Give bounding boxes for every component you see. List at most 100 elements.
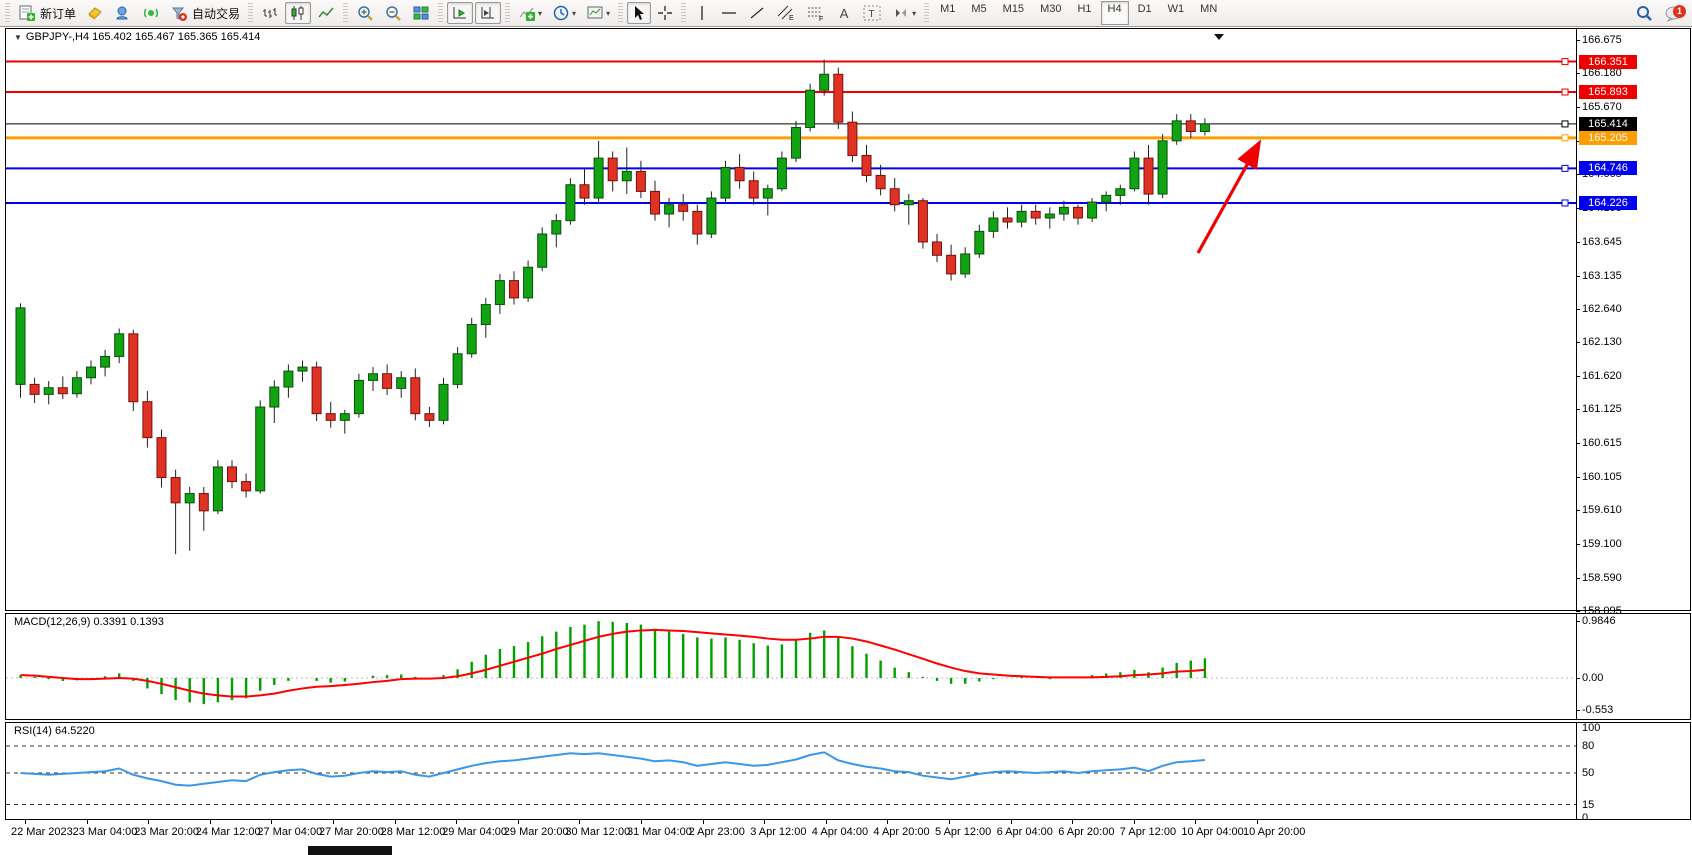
tile-windows-button[interactable] xyxy=(408,2,434,24)
macd-axis-line xyxy=(1576,614,1577,719)
macd-tick-mark xyxy=(1576,678,1580,679)
zoom-in-button[interactable] xyxy=(352,2,378,24)
date-tick-mark xyxy=(1195,820,1196,824)
candle-bear xyxy=(1074,207,1083,218)
candle-bull xyxy=(1059,207,1068,214)
rsi-tick-label: 100 xyxy=(1582,722,1600,734)
price-tick-label: 159.610 xyxy=(1582,504,1622,516)
search-button[interactable] xyxy=(1631,2,1657,24)
arrows-button[interactable]: ▾ xyxy=(888,2,920,24)
price-tick-mark xyxy=(1576,40,1580,41)
date-tick-mark xyxy=(87,820,88,824)
candle-bull xyxy=(552,221,561,234)
chart-shift-icon xyxy=(479,4,497,22)
timeframe-button-m5[interactable]: M5 xyxy=(964,1,993,25)
zoom-out-button[interactable] xyxy=(380,2,406,24)
chart-profile-button[interactable] xyxy=(82,2,108,24)
line-chart-button[interactable] xyxy=(313,2,339,24)
cursor-button[interactable] xyxy=(627,2,651,24)
vertical-line-button[interactable] xyxy=(690,2,714,24)
sound-button[interactable] xyxy=(138,2,164,24)
timeframe-button-h4[interactable]: H4 xyxy=(1101,1,1129,25)
candle-bear xyxy=(636,171,645,191)
candle-bear xyxy=(312,367,321,414)
auto-trading-label: 自动交易 xyxy=(192,5,240,22)
price-tick-mark xyxy=(1576,544,1580,545)
hline-handle[interactable] xyxy=(1562,121,1568,127)
candle-bull xyxy=(101,356,110,367)
candle-bear xyxy=(30,384,39,394)
indicators-add-icon xyxy=(518,4,536,22)
indicators-button[interactable]: ▾ xyxy=(514,2,546,24)
candle-bull xyxy=(340,414,349,421)
candle-bull xyxy=(763,189,772,198)
rsi-pane[interactable]: RSI(14) 64.5220 1008050150 xyxy=(5,722,1691,820)
timeframe-button-mn[interactable]: MN xyxy=(1193,1,1224,25)
tile-windows-icon xyxy=(412,4,430,22)
candle-bear xyxy=(651,191,660,214)
date-tick-mark xyxy=(456,820,457,824)
fibonacci-button[interactable]: F xyxy=(802,2,830,24)
candle-bull xyxy=(467,325,476,354)
rsi-tick-label: 80 xyxy=(1582,740,1594,752)
price-tick-mark xyxy=(1576,73,1580,74)
svg-text:E: E xyxy=(789,15,794,22)
market-watch-icon xyxy=(114,4,132,22)
bar-chart-button[interactable] xyxy=(257,2,283,24)
annotation-arrow[interactable] xyxy=(1198,145,1258,253)
dropdown-caret-icon: ▾ xyxy=(912,9,916,18)
toolbar-grip xyxy=(5,3,10,23)
new-order-button[interactable]: 新订单 xyxy=(14,2,80,24)
timeframe-button-h1[interactable]: H1 xyxy=(1070,1,1098,25)
auto-scroll-button[interactable] xyxy=(447,2,473,24)
hline-handle[interactable] xyxy=(1562,165,1568,171)
trendline-button[interactable] xyxy=(744,2,770,24)
chart-end-marker[interactable] xyxy=(1214,34,1224,40)
equidistant-channel-button[interactable]: E xyxy=(772,2,800,24)
horizontal-scrollbar-thumb[interactable] xyxy=(308,846,392,855)
line-chart-icon xyxy=(317,4,335,22)
new-order-label: 新订单 xyxy=(40,5,76,22)
periods-button[interactable]: ▾ xyxy=(548,2,580,24)
templates-button[interactable]: ▾ xyxy=(582,2,614,24)
horizontal-line-button[interactable] xyxy=(716,2,742,24)
auto-trading-button[interactable]: 自动交易 xyxy=(166,2,244,24)
timeframe-button-d1[interactable]: D1 xyxy=(1131,1,1159,25)
candlestick-chart-button[interactable] xyxy=(285,2,311,24)
price-tick-mark xyxy=(1576,510,1580,511)
price-tick-mark xyxy=(1576,309,1580,310)
candle-bull xyxy=(806,90,815,127)
main-chart-pane[interactable]: ▼ GBPJPY-,H4 165.402 165.467 165.365 165… xyxy=(5,28,1691,611)
date-tick-mark xyxy=(949,820,950,824)
auto-trading-icon xyxy=(170,4,188,22)
timeframe-button-m30[interactable]: M30 xyxy=(1033,1,1068,25)
price-tick-label: 158.590 xyxy=(1582,572,1622,584)
chart-shift-button[interactable] xyxy=(475,2,501,24)
market-watch-button[interactable] xyxy=(110,2,136,24)
candle-bull xyxy=(707,198,716,234)
candle-bull xyxy=(72,378,81,394)
candle-bull xyxy=(298,367,307,371)
hline-handle[interactable] xyxy=(1562,200,1568,206)
timeframe-button-m15[interactable]: M15 xyxy=(996,1,1031,25)
hline-handle[interactable] xyxy=(1562,89,1568,95)
crosshair-button[interactable] xyxy=(653,2,677,24)
candle-bear xyxy=(383,374,392,389)
candle-bull xyxy=(87,367,96,378)
hline-handle[interactable] xyxy=(1562,135,1568,141)
text-label-button[interactable]: T xyxy=(858,2,886,24)
candle-bear xyxy=(749,181,758,198)
timeframe-button-m1[interactable]: M1 xyxy=(933,1,962,25)
chevron-down-icon[interactable]: ▼ xyxy=(14,33,22,42)
text-button[interactable]: A xyxy=(832,2,856,24)
macd-label: MACD(12,26,9) 0.3391 0.1393 xyxy=(14,616,164,628)
hline-handle[interactable] xyxy=(1562,59,1568,65)
symbol-ohlc-label[interactable]: ▼ GBPJPY-,H4 165.402 165.467 165.365 165… xyxy=(14,31,260,43)
date-tick-mark xyxy=(1011,820,1012,824)
candle-bear xyxy=(58,388,67,394)
macd-pane[interactable]: MACD(12,26,9) 0.3391 0.1393 0.98460.00-0… xyxy=(5,613,1691,720)
macd-tick-mark xyxy=(1576,621,1580,622)
notifications-button[interactable]: 1 xyxy=(1659,2,1689,24)
timeframe-button-w1[interactable]: W1 xyxy=(1161,1,1192,25)
search-icon xyxy=(1635,4,1653,22)
